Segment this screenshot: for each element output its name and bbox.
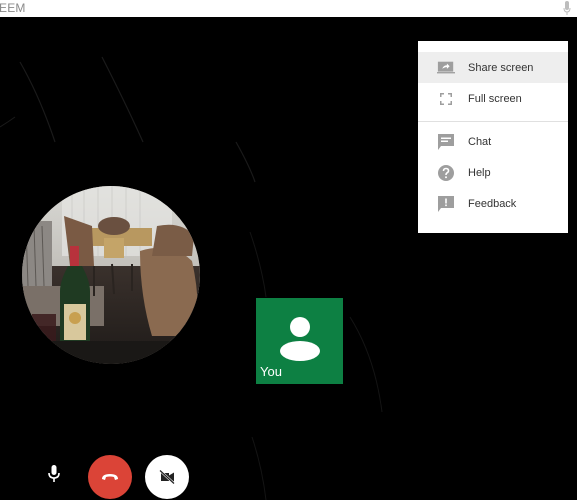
top-bar: EEM: [0, 0, 577, 17]
camera-toggle-button[interactable]: [145, 455, 189, 499]
meeting-window: EEM You Share screen Full screen Chat He…: [0, 0, 577, 500]
phone-hangup-icon: [102, 474, 118, 480]
overflow-menu: Share screen Full screen Chat Help Feedb…: [418, 41, 568, 233]
menu-item-chat[interactable]: Chat: [418, 126, 568, 157]
menu-divider: [418, 121, 568, 122]
microphone-icon: [563, 1, 571, 15]
remote-video-frame: [22, 186, 200, 364]
menu-item-feedback[interactable]: Feedback: [418, 188, 568, 219]
remote-participant-video[interactable]: [22, 186, 200, 364]
menu-item-label: Chat: [468, 135, 492, 148]
microphone-button[interactable]: [40, 460, 68, 488]
microphone-icon: [48, 465, 60, 482]
hang-up-button[interactable]: [88, 455, 132, 499]
window-title: EEM: [0, 1, 26, 15]
chat-icon: [437, 133, 455, 151]
fullscreen-icon: [437, 90, 455, 108]
menu-item-label: Full screen: [468, 92, 522, 105]
menu-item-full-screen[interactable]: Full screen: [418, 83, 568, 114]
camera-off-icon: [159, 470, 175, 484]
self-view-tile[interactable]: You: [256, 298, 343, 384]
present-to-all-icon: [437, 59, 455, 77]
menu-item-label: Feedback: [468, 197, 517, 210]
menu-item-share-screen[interactable]: Share screen: [418, 52, 568, 83]
self-view-label: You: [260, 364, 282, 379]
person-icon: [280, 317, 320, 361]
menu-item-help[interactable]: Help: [418, 157, 568, 188]
menu-item-label: Share screen: [468, 61, 534, 74]
help-icon: [437, 164, 455, 182]
feedback-icon: [437, 195, 455, 213]
menu-item-label: Help: [468, 166, 491, 179]
